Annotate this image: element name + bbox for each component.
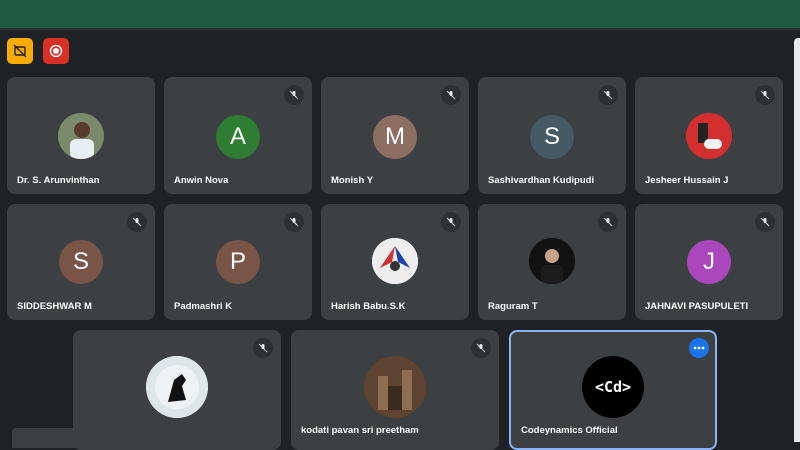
avatar: S: [530, 115, 574, 159]
captions-off-button[interactable]: [7, 38, 33, 64]
participant-tile[interactable]: S SIDDESHWAR M: [7, 204, 155, 320]
participant-name: Codeynamics Official: [521, 425, 618, 436]
participant-tile[interactable]: Raguram T: [478, 204, 626, 320]
person-photo-icon: [529, 238, 575, 284]
participant-tile[interactable]: A Anwin Nova: [164, 77, 312, 194]
participant-name: Jesheer Hussain J: [645, 175, 729, 186]
mic-off-icon: [284, 85, 304, 105]
participant-tile[interactable]: J JAHNAVI PASUPULETI: [635, 204, 783, 320]
mic-off-icon: [755, 85, 775, 105]
side-panel-edge: [794, 38, 800, 442]
participant-name: SIDDESHWAR M: [17, 301, 92, 312]
more-options-button[interactable]: [689, 338, 709, 358]
participant-tile[interactable]: P Padmashri K: [164, 204, 312, 320]
participant-name: Monish Y: [331, 175, 374, 186]
participant-name: kodati pavan sri preetham: [301, 425, 419, 436]
codeynamics-logo-icon: <Cd>: [582, 356, 644, 418]
participant-tile[interactable]: kodati pavan sri preetham: [291, 330, 499, 450]
top-bar: [0, 0, 800, 28]
participant-name: Sashivardhan Kudipudi: [488, 175, 595, 186]
mic-off-icon: [471, 338, 491, 358]
participant-tile[interactable]: S Sashivardhan Kudipudi: [478, 77, 626, 194]
participant-name: Dr. S. Arunvinthan: [17, 175, 100, 186]
participant-tile[interactable]: Jesheer Hussain J: [635, 77, 783, 194]
participant-name: Harish Babu.S.K: [331, 301, 406, 312]
logo-text: <Cd>: [594, 378, 632, 396]
recording-button[interactable]: [43, 38, 69, 64]
record-icon: [49, 44, 63, 58]
participant-name: Raguram T: [488, 301, 538, 312]
horse-moon-photo-icon: [146, 356, 208, 418]
gamepad-photo-icon: [686, 113, 732, 159]
participant-tile[interactable]: Harish Babu.S.K: [321, 204, 469, 320]
avatar: M: [373, 115, 417, 159]
more-horizontal-icon: [693, 346, 705, 350]
phoenix-photo-icon: [372, 238, 418, 284]
person-photo-icon: [58, 113, 104, 159]
castle-photo-icon: [364, 356, 426, 418]
participant-name: Anwin Nova: [174, 175, 229, 186]
notification-snackbar: [12, 428, 248, 448]
mic-off-icon: [441, 85, 461, 105]
mic-off-icon: [598, 212, 618, 232]
avatar: A: [216, 115, 260, 159]
captions-off-icon: [13, 44, 27, 58]
participant-name: JAHNAVI PASUPULETI: [645, 301, 749, 312]
mic-off-icon: [127, 212, 147, 232]
mic-off-icon: [755, 212, 775, 232]
participant-tile-active[interactable]: <Cd> Codeynamics Official: [509, 330, 717, 450]
mic-off-icon: [284, 212, 304, 232]
avatar: J: [687, 240, 731, 284]
top-divider: [0, 28, 800, 30]
mic-off-icon: [441, 212, 461, 232]
participant-tile[interactable]: Dr. S. Arunvinthan: [7, 77, 155, 194]
participant-name: Padmashri K: [174, 301, 233, 312]
participant-tile[interactable]: M Monish Y: [321, 77, 469, 194]
avatar: P: [216, 240, 260, 284]
mic-off-icon: [598, 85, 618, 105]
avatar: S: [59, 240, 103, 284]
mic-off-icon: [253, 338, 273, 358]
